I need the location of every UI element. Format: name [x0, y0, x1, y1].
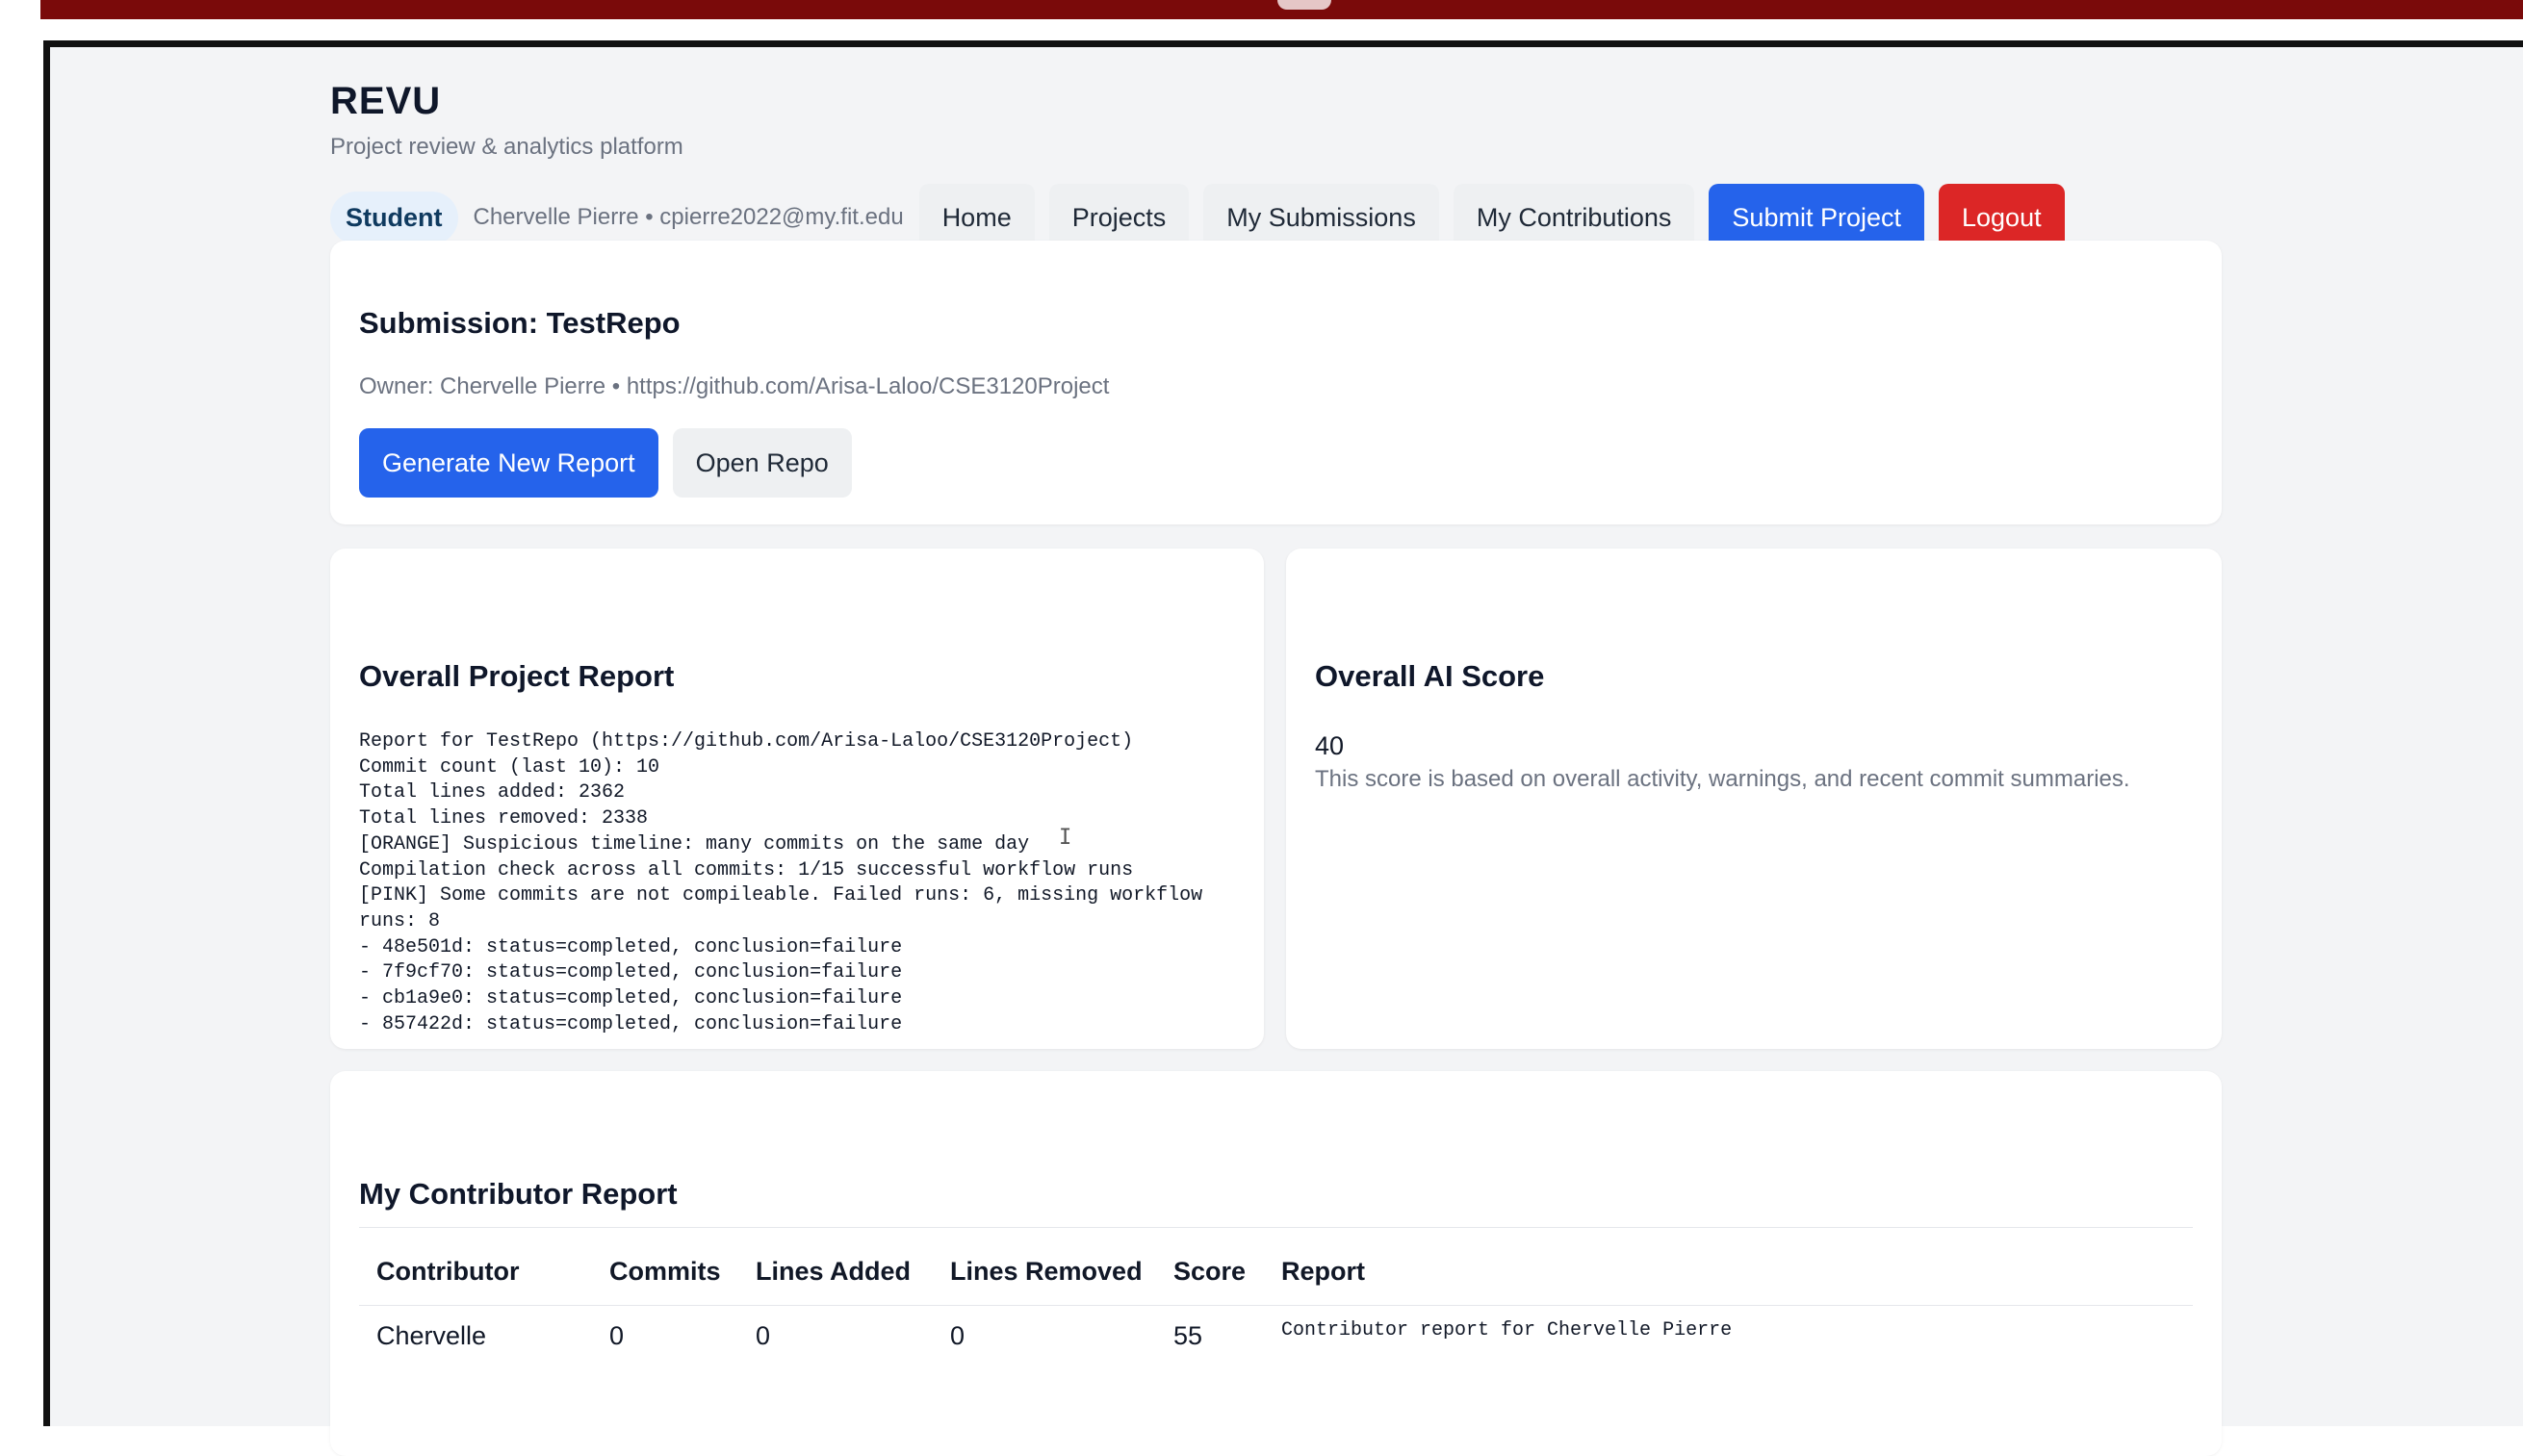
col-score: Score — [1173, 1257, 1247, 1286]
top-window-bar — [40, 0, 2523, 19]
cell-score: 55 — [1173, 1321, 1203, 1350]
text-cursor-icon: I — [1059, 826, 1071, 850]
contributor-report-card: My Contributor Report Contributor Commit… — [330, 1071, 2222, 1456]
role-badge: Student — [330, 191, 458, 244]
table-row: Chervelle 0 0 0 55 Contributor report fo… — [359, 1306, 2193, 1352]
submission-card: Submission: TestRepo Owner: Chervelle Pi… — [330, 241, 2222, 524]
cell-lines-removed: 0 — [950, 1321, 965, 1350]
col-lines-added: Lines Added — [756, 1257, 912, 1286]
col-contributor: Contributor — [376, 1257, 520, 1286]
submission-actions: Generate New Report Open Repo — [359, 428, 866, 498]
ai-score-value: 40 — [1315, 731, 1345, 760]
app-title: REVU — [330, 80, 442, 122]
app-header: REVU Project review & analytics platform… — [330, 38, 2222, 252]
ai-score-title: Overall AI Score — [1315, 659, 1545, 693]
open-repo-button[interactable]: Open Repo — [672, 428, 852, 498]
cell-report: Contributor report for Chervelle Pierre — [1281, 1319, 1733, 1341]
overall-report-text: Report for TestRepo (https://github.com/… — [359, 730, 1203, 1035]
ai-score-note: This score is based on overall activity,… — [1315, 766, 2130, 792]
generate-report-button[interactable]: Generate New Report — [359, 428, 658, 498]
overall-report-card: Overall Project Report Report for TestRe… — [330, 549, 1264, 1049]
contributor-table-header: Contributor Commits Lines Added Lines Re… — [359, 1227, 2193, 1306]
submission-owner: Owner: Chervelle Pierre • https://github… — [359, 373, 1110, 399]
col-report: Report — [1281, 1257, 1365, 1286]
cell-lines-added: 0 — [756, 1321, 771, 1350]
col-lines-removed: Lines Removed — [950, 1257, 1143, 1286]
cell-commits: 0 — [609, 1321, 625, 1350]
user-info: Chervelle Pierre • cpierre2022@my.fit.ed… — [473, 204, 904, 230]
app-subtitle: Project review & analytics platform — [330, 134, 683, 160]
submission-title: Submission: TestRepo — [359, 306, 681, 340]
col-commits: Commits — [609, 1257, 721, 1286]
contributor-report-title: My Contributor Report — [359, 1177, 678, 1211]
contributor-table: Contributor Commits Lines Added Lines Re… — [359, 1227, 2193, 1351]
top-bar-notch — [1277, 0, 1331, 10]
overall-report-title: Overall Project Report — [359, 659, 675, 693]
cell-contributor: Chervelle — [376, 1321, 487, 1350]
ai-score-card: Overall AI Score 40 This score is based … — [1286, 549, 2222, 1049]
